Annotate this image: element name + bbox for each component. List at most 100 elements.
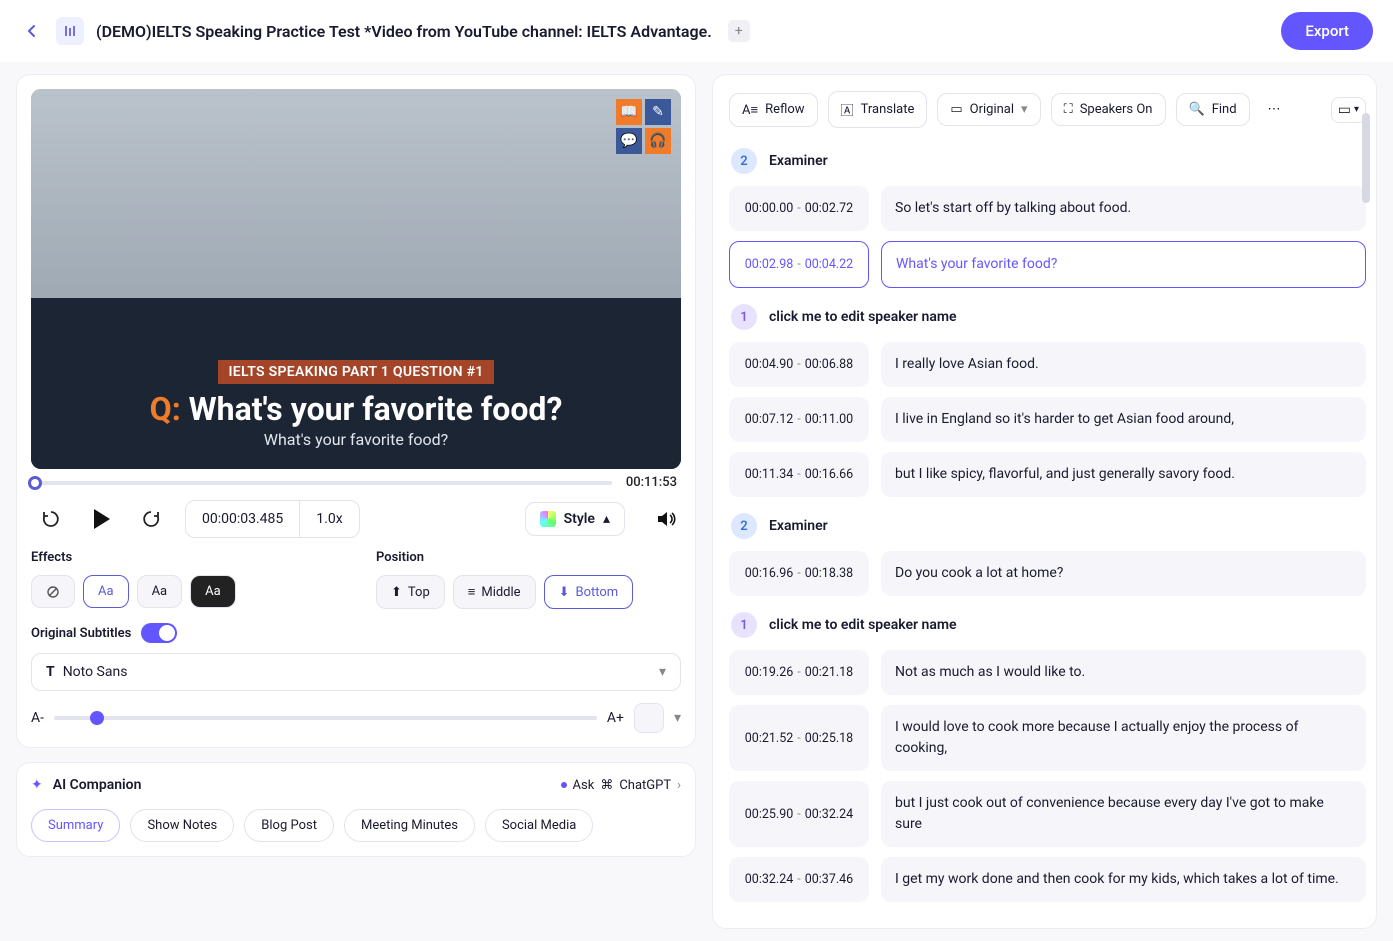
original-dropdown[interactable]: ▭Original▾ xyxy=(937,93,1040,126)
video-panel: 📖✎ 💬🎧 IELTS SPEAKING PART 1 QUESTION #1 … xyxy=(16,74,696,748)
speaker-name[interactable]: Examiner xyxy=(769,153,828,169)
transcript-text[interactable]: I really love Asian food. xyxy=(881,342,1366,387)
gpt-label[interactable]: ChatGPT xyxy=(619,778,671,793)
transcript-row[interactable]: 00:32.24 - 00:37.46I get my work done an… xyxy=(729,857,1366,902)
time-range: 00:21.52 - 00:25.18 xyxy=(729,705,869,771)
transcript-row[interactable]: 00:11.34 - 00:16.66 but I like spicy, fla… xyxy=(729,452,1366,497)
ai-title: AI Companion xyxy=(53,777,142,793)
scrollbar[interactable] xyxy=(1362,113,1370,203)
speaker-name[interactable]: click me to edit speaker name xyxy=(769,309,957,325)
ai-pill-blog-post[interactable]: Blog Post xyxy=(244,809,334,842)
transcript-text[interactable]: I live in England so it's harder to get … xyxy=(881,397,1366,442)
transcript-text[interactable]: So let's start off by talking about food… xyxy=(881,186,1366,231)
speakers-button[interactable]: ⛶Speakers On xyxy=(1051,93,1166,126)
video-player[interactable]: 📖✎ 💬🎧 IELTS SPEAKING PART 1 QUESTION #1 … xyxy=(31,89,681,469)
ai-pill-show-notes[interactable]: Show Notes xyxy=(130,809,234,842)
style-dropdown[interactable]: Style ▴ xyxy=(525,502,625,536)
video-question: Q: What's your favorite food? xyxy=(31,390,681,428)
speaker-header[interactable]: 1 click me to edit speaker name xyxy=(729,606,1366,644)
layout-toggle[interactable]: ▭▾ xyxy=(1331,97,1366,123)
ai-pill-meeting-minutes[interactable]: Meeting Minutes xyxy=(344,809,475,842)
sparkle-icon xyxy=(540,511,556,527)
transcript-panel: A≡Reflow 🄰Translate ▭Original▾ ⛶Speakers… xyxy=(712,74,1377,929)
video-tag: IELTS SPEAKING PART 1 QUESTION #1 xyxy=(218,360,493,384)
ai-companion-panel: ✦ AI Companion Ask ⌘ ChatGPT › SummarySh… xyxy=(16,762,696,857)
chevron-right-icon: › xyxy=(677,778,681,793)
time-range: 00:11.34 - 00:16.66 xyxy=(729,452,869,497)
time-input[interactable]: 00:00:03.485 1.0x xyxy=(185,500,360,538)
add-button[interactable]: + xyxy=(728,20,750,42)
effect-plain[interactable]: Aa xyxy=(137,575,183,608)
ask-label[interactable]: Ask xyxy=(573,778,595,793)
duration-label: 00:11:53 xyxy=(626,475,677,490)
rewind-button[interactable] xyxy=(35,503,67,535)
transcript-text[interactable]: Not as much as I would like to. xyxy=(881,650,1366,695)
speaker-name[interactable]: Examiner xyxy=(769,518,828,534)
speaker-header[interactable]: 2Examiner xyxy=(729,507,1366,545)
back-button[interactable] xyxy=(20,19,44,43)
transcript-row[interactable]: 00:07.12 - 00:11.00 I live in England so … xyxy=(729,397,1366,442)
effect-none[interactable] xyxy=(31,575,75,608)
transcript-row[interactable]: 00:00.00 - 00:02.72So let's start off by… xyxy=(729,186,1366,231)
speed-label[interactable]: 1.0x xyxy=(300,501,358,537)
gpt-icon: ⌘ xyxy=(600,778,613,793)
speaker-name[interactable]: click me to edit speaker name xyxy=(769,617,957,633)
size-decrease[interactable]: A- xyxy=(31,710,44,726)
video-badge-icons: 📖✎ 💬🎧 xyxy=(616,99,671,154)
forward-button[interactable] xyxy=(135,503,167,535)
speaker-badge: 1 xyxy=(731,612,757,638)
chevron-down-icon: ▾ xyxy=(674,710,681,726)
chevron-down-icon: ▾ xyxy=(1021,102,1028,117)
time-range: 00:02.98 - 00:04.22 xyxy=(729,241,869,288)
reflow-button[interactable]: A≡Reflow xyxy=(729,93,818,127)
play-button[interactable] xyxy=(85,503,117,535)
transcript-text[interactable]: but I like spicy, flavorful, and just ge… xyxy=(881,452,1366,497)
layout-icon: ▭ xyxy=(1338,102,1351,118)
chevron-down-icon: ▾ xyxy=(1354,104,1359,115)
export-button[interactable]: Export xyxy=(1281,12,1373,50)
transcript-row[interactable]: 00:02.98 - 00:04.22 What's your favorite … xyxy=(729,241,1366,288)
page-title: (DEMO)IELTS Speaking Practice Test *Vide… xyxy=(96,22,712,41)
video-subtitle: What's your favorite food? xyxy=(31,430,681,449)
transcript-text[interactable]: Do you cook a lot at home? xyxy=(881,551,1366,596)
pos-middle[interactable]: ≡Middle xyxy=(453,575,536,609)
speaker-header[interactable]: 2 Examiner xyxy=(729,142,1366,180)
ai-pill-summary[interactable]: Summary xyxy=(31,809,120,842)
transcript-row[interactable]: 00:19.26 - 00:21.18Not as much as I woul… xyxy=(729,650,1366,695)
align-bottom-icon: ⬇ xyxy=(559,585,570,600)
find-button[interactable]: 🔍Find xyxy=(1176,93,1250,126)
effect-outline[interactable]: Aa xyxy=(83,575,129,608)
transcript-row[interactable]: 00:21.52 - 00:25.18I would love to cook … xyxy=(729,705,1366,771)
speakers-icon: ⛶ xyxy=(1064,102,1073,117)
transcript-text[interactable]: What's your favorite food? xyxy=(881,241,1366,288)
speaker-badge: 2 xyxy=(731,148,757,174)
transcript-row[interactable]: 00:25.90 - 00:32.24but I just cook out o… xyxy=(729,781,1366,847)
more-button[interactable]: ⋯ xyxy=(1260,96,1289,123)
app-logo xyxy=(56,17,84,45)
search-icon: 🔍 xyxy=(1189,102,1205,117)
pos-bottom[interactable]: ⬇Bottom xyxy=(544,575,634,609)
status-dot xyxy=(561,782,567,788)
text-icon: T xyxy=(46,664,55,680)
time-range: 00:07.12 - 00:11.00 xyxy=(729,397,869,442)
speaker-badge: 1 xyxy=(731,304,757,330)
playback-timeline[interactable] xyxy=(35,481,612,485)
effect-boxed[interactable]: Aa xyxy=(190,575,236,608)
size-increase[interactable]: A+ xyxy=(607,710,624,726)
align-top-icon: ⬆ xyxy=(391,585,402,600)
color-picker[interactable] xyxy=(634,703,664,733)
transcript-text[interactable]: I get my work done and then cook for my … xyxy=(881,857,1366,902)
volume-button[interactable] xyxy=(655,508,677,530)
font-select[interactable]: T Noto Sans ▾ xyxy=(31,653,681,691)
transcript-text[interactable]: but I just cook out of convenience becau… xyxy=(881,781,1366,847)
speaker-header[interactable]: 1 click me to edit speaker name xyxy=(729,298,1366,336)
pos-top[interactable]: ⬆Top xyxy=(376,575,445,609)
reflow-icon: A≡ xyxy=(742,102,758,118)
size-slider[interactable] xyxy=(54,716,597,720)
transcript-text[interactable]: I would love to cook more because I actu… xyxy=(881,705,1366,771)
transcript-row[interactable]: 00:16.96 - 00:18.38Do you cook a lot at … xyxy=(729,551,1366,596)
ai-pill-social-media[interactable]: Social Media xyxy=(485,809,593,842)
orig-sub-toggle[interactable] xyxy=(141,623,177,643)
translate-button[interactable]: 🄰Translate xyxy=(828,91,928,128)
transcript-row[interactable]: 00:04.90 - 00:06.88I really love Asian f… xyxy=(729,342,1366,387)
